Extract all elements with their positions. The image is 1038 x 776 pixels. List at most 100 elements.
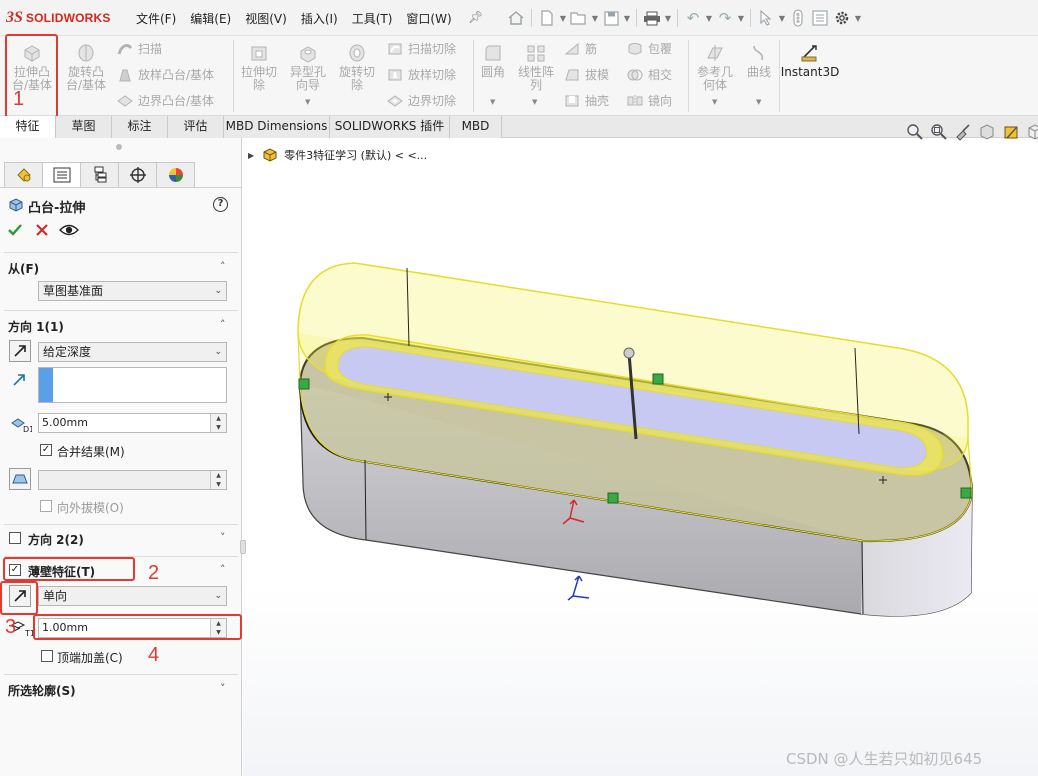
open-icon[interactable]	[568, 7, 590, 29]
extrude-preview-model[interactable]	[243, 138, 1038, 776]
intersect-button[interactable]: 相交	[626, 66, 672, 83]
revolve-cut-button[interactable]: 旋转切 除	[334, 42, 380, 92]
wrap-button[interactable]: 包覆	[626, 40, 672, 57]
chevron-down-icon[interactable]: ▼	[532, 98, 537, 106]
revolve-cut-label-2: 除	[350, 78, 363, 92]
hole-wizard-button[interactable]: 异型孔 向导	[285, 42, 331, 92]
select-icon[interactable]	[755, 7, 777, 29]
help-icon[interactable]: ?	[213, 197, 228, 212]
print-icon[interactable]	[641, 7, 663, 29]
display-manager-tab[interactable]	[156, 162, 195, 188]
boundary-cut-button[interactable]: 边界切除	[386, 92, 456, 109]
tab-markup[interactable]: 标注	[112, 116, 168, 138]
cap-ends-checkbox[interactable]	[41, 650, 53, 662]
instant3d-button[interactable]: Instant3D	[781, 42, 839, 79]
chevron-down-icon[interactable]: ▼	[305, 98, 310, 106]
fillet-button[interactable]: 圆角	[476, 42, 510, 79]
chevron-down-icon[interactable]: ▼	[558, 14, 568, 23]
wrap-icon	[626, 41, 644, 57]
loft-cut-icon	[386, 67, 404, 83]
mirror-button[interactable]: 镜向	[626, 92, 672, 109]
merge-result-checkbox[interactable]: ✓	[40, 444, 52, 456]
loft-boss-button[interactable]: 放样凸台/基体	[116, 66, 214, 83]
menu-window[interactable]: 窗口(W)	[406, 10, 451, 27]
menu-insert[interactable]: 插入(I)	[301, 10, 338, 27]
pin-menu-icon[interactable]: 📌︎	[468, 10, 483, 24]
new-file-icon[interactable]	[536, 7, 558, 29]
reference-geometry-button[interactable]: 参考几 何体	[692, 42, 738, 92]
tab-mbd-dimensions[interactable]: MBD Dimensions	[224, 116, 330, 138]
direction-reference-selection-box[interactable]	[38, 367, 227, 403]
dimxpert-manager-tab[interactable]	[118, 162, 157, 188]
rib-icon	[563, 41, 581, 57]
collapse-caret-icon[interactable]: ˄	[220, 318, 226, 331]
chevron-down-icon[interactable]: ▼	[756, 98, 761, 106]
linear-pattern-button[interactable]: 线性阵 列	[514, 42, 558, 92]
traffic-light-icon[interactable]	[787, 7, 809, 29]
menu-file[interactable]: 文件(F)	[136, 10, 176, 27]
depth-input[interactable]: 5.00mm ▲ ▼	[38, 413, 227, 433]
chevron-down-icon[interactable]: ▼	[590, 14, 600, 23]
chevron-down-icon[interactable]: ▼	[490, 98, 495, 106]
loft-cut-button[interactable]: 放样切除	[386, 66, 456, 83]
menu-tools[interactable]: 工具(T)	[352, 10, 393, 27]
home-icon[interactable]	[505, 7, 527, 29]
panel-grip[interactable]	[116, 144, 122, 150]
preview-eye-icon[interactable]	[59, 223, 79, 240]
revolve-boss-button[interactable]: 旋转凸 台/基体	[62, 42, 110, 92]
chevron-down-icon[interactable]: ▼	[712, 98, 717, 106]
end-condition-select[interactable]: 给定深度 ⌄	[38, 342, 227, 362]
expand-caret-icon[interactable]: ˅	[220, 531, 226, 544]
curves-button[interactable]: 曲线	[742, 42, 776, 79]
thin-type-select[interactable]: 单向 ⌄	[38, 586, 227, 606]
menu-view[interactable]: 视图(V)	[245, 10, 287, 27]
crosshair-icon	[129, 167, 146, 183]
rib-button[interactable]: 筋	[563, 40, 597, 57]
tab-sketch[interactable]: 草图	[56, 116, 112, 138]
reverse-direction-button[interactable]	[9, 340, 31, 362]
menu-edit[interactable]: 编辑(E)	[190, 10, 231, 27]
cancel-x-icon[interactable]	[35, 223, 49, 240]
file-properties-icon[interactable]	[809, 7, 831, 29]
depth-spinner[interactable]: ▲ ▼	[210, 414, 226, 432]
chevron-down-icon[interactable]: ▼	[622, 14, 632, 23]
draft-toggle-button[interactable]	[9, 468, 31, 490]
feature-manager-tab[interactable]	[4, 162, 43, 188]
collapse-caret-icon[interactable]: ˄	[220, 260, 226, 273]
property-manager-tab[interactable]	[42, 162, 81, 188]
annotation-number-1: 1	[13, 88, 25, 110]
chevron-down-icon[interactable]: ▼	[736, 14, 746, 23]
from-start-condition-select[interactable]: 草图基准面 ⌄	[38, 281, 227, 301]
draft-angle-input[interactable]: ▲ ▼	[38, 470, 227, 490]
solidworks-logo[interactable]: 3S SOLIDWORKS	[6, 9, 111, 27]
sweep-cut-label: 扫描切除	[408, 42, 457, 56]
ok-check-icon[interactable]	[7, 222, 23, 241]
tab-mbd[interactable]: MBD	[450, 116, 502, 138]
tab-evaluate[interactable]: 评估	[168, 116, 224, 138]
direction2-checkbox[interactable]	[9, 532, 21, 544]
draft-outward-checkbox[interactable]	[40, 500, 52, 512]
draft-angle-spinner[interactable]: ▲ ▼	[210, 471, 226, 489]
undo-icon[interactable]: ↶	[682, 7, 704, 29]
configuration-manager-tab[interactable]	[80, 162, 119, 188]
options-gear-icon[interactable]	[831, 7, 853, 29]
chevron-down-icon[interactable]: ▼	[777, 14, 787, 23]
expand-caret-icon[interactable]: ˅	[220, 682, 226, 695]
redo-icon[interactable]: ↷	[714, 7, 736, 29]
sweep-cut-button[interactable]: 扫描切除	[386, 40, 456, 57]
sweep-boss-label: 扫描	[138, 42, 163, 56]
draft-button[interactable]: 拔模	[563, 66, 609, 83]
mirror-icon	[626, 93, 644, 109]
tab-features[interactable]: 特征	[0, 116, 56, 138]
sweep-boss-button[interactable]: 扫描	[116, 40, 162, 57]
chevron-down-icon[interactable]: ▼	[663, 14, 673, 23]
collapse-caret-icon[interactable]: ˄	[220, 563, 226, 576]
tab-solidworks-addins[interactable]: SOLIDWORKS 插件	[330, 116, 450, 138]
boundary-boss-button[interactable]: 边界凸台/基体	[116, 92, 214, 109]
extrude-cut-button[interactable]: 拉伸切 除	[236, 42, 282, 92]
shell-button[interactable]: 抽壳	[563, 92, 609, 109]
chevron-down-icon[interactable]: ▼	[704, 14, 714, 23]
save-icon[interactable]	[600, 7, 622, 29]
chevron-down-icon[interactable]: ▼	[853, 14, 863, 23]
drag-handle-knob[interactable]	[623, 347, 635, 359]
